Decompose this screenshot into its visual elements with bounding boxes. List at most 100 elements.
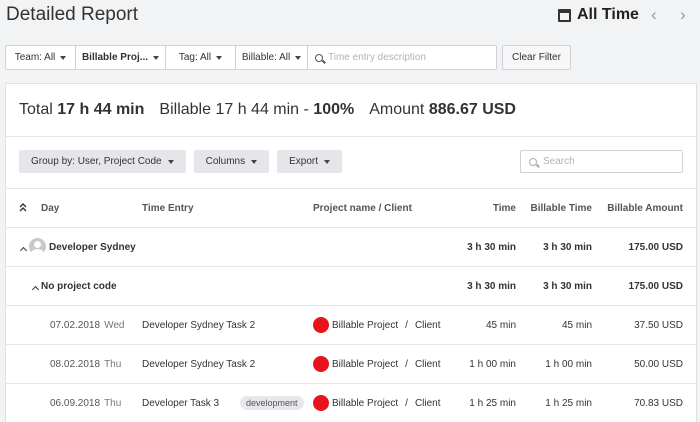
- table-search: [520, 150, 683, 173]
- group-by-label: Group by: User, Project Code: [31, 156, 162, 167]
- description-search: [308, 46, 496, 69]
- chevron-right-icon[interactable]: ›: [680, 5, 686, 25]
- page-title: Detailed Report: [6, 4, 139, 25]
- team-filter-label: Team: All: [14, 52, 56, 63]
- subgroup-name: No project code: [41, 280, 117, 292]
- date-range-selector[interactable]: All Time: [558, 6, 639, 24]
- tag-filter[interactable]: Tag: All: [166, 46, 236, 69]
- entry-date: 06.09.2018 Thu: [50, 384, 121, 422]
- tag-filter-label: Tag: All: [178, 52, 212, 63]
- group-row-user[interactable]: Developer Sydney 3 h 30 min 3 h 30 min 1…: [6, 227, 696, 266]
- entry-project[interactable]: Billable Project / Client: [313, 345, 441, 383]
- amount-value: 886.67 USD: [428, 101, 516, 118]
- entry-date-value: 07.02.2018: [50, 319, 101, 331]
- subgroup-billable-time: 3 h 30 min: [543, 280, 592, 292]
- entry-time: 45 min: [485, 319, 516, 331]
- report-table: Day Time Entry Project name / Client Tim…: [6, 188, 696, 422]
- billable-filter[interactable]: Billable: All: [236, 46, 308, 69]
- project-name: Billable Project: [332, 358, 399, 370]
- billable-projects-filter[interactable]: Billable Proj...: [76, 46, 166, 69]
- project-name: Billable Project: [332, 397, 399, 409]
- group-time: 3 h 30 min: [467, 241, 516, 253]
- clear-filter-button[interactable]: Clear Filter: [502, 45, 571, 70]
- client-name: Client: [414, 319, 441, 331]
- search-icon: [315, 53, 323, 62]
- project-color-dot: [313, 395, 329, 411]
- entry-date-value: 08.02.2018: [50, 358, 101, 370]
- entry-description[interactable]: Developer Sydney Task 2: [142, 306, 255, 344]
- export-button[interactable]: Export: [277, 150, 342, 173]
- billable-value: 17 h 44 min -: [215, 101, 309, 118]
- project-color-dot: [313, 317, 329, 333]
- client-name: Client: [414, 358, 441, 370]
- entry-billable-time: 1 h 00 min: [545, 358, 592, 370]
- export-label: Export: [289, 156, 318, 167]
- columns-label: Columns: [205, 156, 246, 167]
- entry-time: 1 h 25 min: [469, 397, 516, 409]
- report-toolbar: Group by: User, Project Code Columns Exp…: [19, 150, 342, 173]
- project-name: Billable Project: [332, 319, 399, 331]
- entry-billable-time: 1 h 25 min: [545, 397, 592, 409]
- caret-down-icon: [153, 55, 160, 60]
- subgroup-amount: 175.00 USD: [628, 280, 683, 292]
- chevron-up-icon[interactable]: [31, 285, 40, 294]
- collapse-all-icon[interactable]: [19, 203, 27, 213]
- client-name: Client: [414, 397, 441, 409]
- group-amount: 175.00 USD: [628, 241, 683, 253]
- billable-filter-label: Billable: All: [241, 52, 291, 63]
- column-header-project[interactable]: Project name / Client: [313, 189, 412, 227]
- chevron-left-icon[interactable]: ‹: [651, 5, 657, 25]
- caret-down-icon: [295, 55, 302, 60]
- filter-bar: Team: All Billable Proj... Tag: All Bill…: [5, 45, 497, 70]
- entry-project[interactable]: Billable Project / Client: [313, 384, 441, 422]
- entry-amount: 70.83 USD: [634, 397, 683, 409]
- group-user-name: Developer Sydney: [49, 241, 136, 253]
- tag-badge: development: [240, 396, 304, 410]
- entry-project[interactable]: Billable Project / Client: [313, 306, 441, 344]
- date-range-label: All Time: [577, 6, 639, 23]
- project-color-dot: [313, 356, 329, 372]
- amount-label: Amount: [369, 101, 425, 118]
- avatar: [29, 238, 46, 255]
- description-search-input[interactable]: [328, 52, 496, 63]
- column-header-day[interactable]: Day: [41, 189, 59, 227]
- entry-billable-time: 45 min: [561, 319, 592, 331]
- table-row[interactable]: 07.02.2018 Wed Developer Sydney Task 2 B…: [6, 305, 696, 344]
- entry-date: 08.02.2018 Thu: [50, 345, 121, 383]
- team-filter[interactable]: Team: All: [6, 46, 76, 69]
- billable-label: Billable: [159, 101, 211, 118]
- entry-amount: 37.50 USD: [634, 319, 683, 331]
- chevron-up-icon[interactable]: [19, 246, 28, 255]
- caret-down-icon: [251, 159, 258, 164]
- entry-date: 07.02.2018 Wed: [50, 306, 124, 344]
- entry-amount: 50.00 USD: [634, 358, 683, 370]
- entry-description[interactable]: Developer Sydney Task 2: [142, 345, 255, 383]
- table-row[interactable]: 08.02.2018 Thu Developer Sydney Task 2 B…: [6, 344, 696, 383]
- caret-down-icon: [216, 55, 223, 60]
- columns-button[interactable]: Columns: [193, 150, 270, 173]
- billable-percent: 100%: [313, 101, 355, 118]
- group-billable-time: 3 h 30 min: [543, 241, 592, 253]
- entry-time: 1 h 00 min: [469, 358, 516, 370]
- table-row[interactable]: 06.09.2018 Thu Developer Task 3 developm…: [6, 383, 696, 422]
- column-header-billable-time[interactable]: Billable Time: [530, 189, 592, 227]
- billable-projects-filter-label: Billable Proj...: [81, 52, 149, 63]
- totals-summary: Total 17 h 44 min Billable 17 h 44 min -…: [6, 84, 696, 137]
- calendar-icon: [558, 8, 571, 22]
- report-panel: Total 17 h 44 min Billable 17 h 44 min -…: [5, 83, 697, 422]
- subgroup-row[interactable]: No project code 3 h 30 min 3 h 30 min 17…: [6, 266, 696, 305]
- column-header-billable-amount[interactable]: Billable Amount: [607, 189, 683, 227]
- column-header-time[interactable]: Time: [493, 189, 516, 227]
- search-icon: [529, 157, 537, 166]
- caret-down-icon: [60, 55, 67, 60]
- caret-down-icon: [167, 159, 174, 164]
- group-by-button[interactable]: Group by: User, Project Code: [19, 150, 186, 173]
- total-value: 17 h 44 min: [57, 101, 145, 118]
- table-header-row: Day Time Entry Project name / Client Tim…: [6, 188, 696, 227]
- column-header-time-entry[interactable]: Time Entry: [142, 189, 194, 227]
- entry-description[interactable]: Developer Task 3: [142, 384, 219, 422]
- entry-weekday: Thu: [104, 358, 122, 370]
- total-label: Total: [19, 101, 53, 118]
- table-search-input[interactable]: [543, 156, 673, 167]
- entry-weekday: Thu: [104, 397, 122, 409]
